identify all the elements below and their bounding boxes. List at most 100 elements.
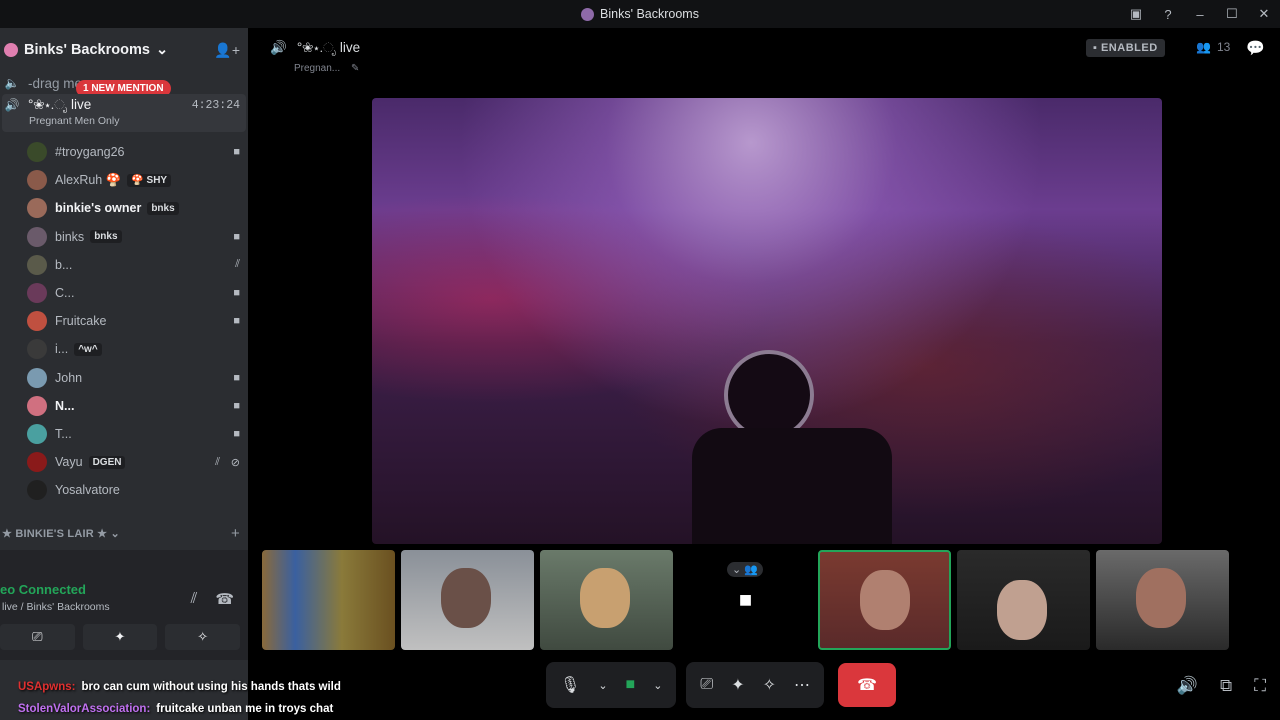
participant-count-value: 13 — [1216, 40, 1231, 54]
channel-live[interactable]: 🔊 °❀⋆.ೃ live 4:23:24 Pregnant Men Only — [2, 94, 246, 132]
disconnect-button[interactable]: ☎ — [838, 663, 897, 707]
server-name: Binks' Backrooms — [24, 42, 150, 58]
camera-icon: ■ — [233, 315, 240, 328]
chevron-down-icon: ⌄ — [110, 527, 120, 540]
voice-user[interactable]: C... ■ — [0, 279, 248, 307]
soundboard-icon[interactable]: ✧ — [763, 675, 776, 695]
video-tile[interactable] — [262, 550, 395, 650]
chat-bubble-icon[interactable]: 💬 — [1246, 39, 1265, 57]
title-bar: Binks' Backrooms ▣ ? – ☐ ✕ — [0, 0, 1280, 28]
inbox-icon[interactable]: ▣ — [1120, 6, 1152, 22]
add-channel-icon[interactable]: + — [231, 525, 240, 542]
maximize-button[interactable]: ☐ — [1216, 6, 1248, 22]
chat-message: fruitcake unban me in troys chat — [156, 703, 334, 715]
camera-icon[interactable]: ■ — [626, 676, 636, 694]
voice-panel-buttons: ⎚ ✦ ✧ — [0, 624, 248, 650]
avatar — [27, 142, 47, 163]
voice-connected-channel[interactable]: live / Binks' Backrooms — [2, 601, 110, 613]
stage-header: 🔊 °❀⋆.ೃ live Pregnan... ✎ ▪ ENABLED 👥 13… — [256, 28, 1280, 80]
avatar — [27, 367, 47, 388]
voice-user[interactable]: #troygang26 ■ — [0, 138, 248, 166]
chevron-down-icon[interactable]: ⌄ — [598, 679, 607, 692]
voice-user-name: Yosalvatore — [55, 483, 120, 498]
voice-user[interactable]: Vayu DGEN ⊘ ⫽ — [0, 448, 248, 476]
avatar — [27, 311, 47, 332]
voice-user-list: #troygang26 ■ AlexRuh 🍄 🍄 SHY binkie's owner… — [0, 138, 248, 504]
video-tile-selected[interactable] — [818, 550, 951, 650]
avatar — [27, 198, 47, 219]
video-person-head — [724, 350, 814, 440]
close-button[interactable]: ✕ — [1248, 6, 1280, 22]
speaker-icon: 🔊 — [270, 40, 287, 55]
chevron-down-icon: ⌄ — [155, 42, 169, 58]
video-tile[interactable] — [540, 550, 673, 650]
speaker-icon: 🔊 — [4, 98, 20, 112]
voice-user[interactable]: John ■ — [0, 364, 248, 392]
muted-mic-icon: ⫽ — [215, 455, 220, 468]
pencil-icon[interactable]: ✎ — [351, 63, 359, 74]
screen-share-icon[interactable]: ⎚ — [700, 676, 713, 694]
channel-status: Pregnant Men Only — [29, 115, 120, 127]
popout-icon[interactable]: ⧉ — [1220, 676, 1232, 696]
people-icon[interactable]: ⌄ 👥 — [727, 562, 763, 577]
noise-suppression-icon[interactable]: ⫽ — [191, 590, 198, 608]
voice-user[interactable]: binkie's owner bnks — [0, 194, 248, 222]
voice-user-name: i... — [55, 342, 69, 357]
minimize-button[interactable]: – — [1184, 7, 1216, 22]
video-tile[interactable] — [957, 550, 1090, 650]
category-binkies-lair[interactable]: ★ BINKIE'S LAIR ★ ⌄ + — [0, 522, 248, 544]
main-video-feed[interactable] — [372, 98, 1162, 544]
screen-share-button[interactable]: ⎚ — [0, 624, 75, 650]
chat-line: StolenValorAssociation: fruitcake unban m… — [0, 698, 341, 720]
soundboard-button[interactable]: ✧ — [165, 624, 241, 650]
voice-user[interactable]: AlexRuh 🍄 🍄 SHY — [0, 166, 248, 194]
voice-user[interactable]: i... ^w^ — [0, 335, 248, 363]
video-tile[interactable] — [401, 550, 534, 650]
disconnect-icon[interactable]: ☎ — [215, 590, 234, 608]
deafened-icon: ⊘ — [230, 456, 240, 469]
voice-user[interactable]: N... ■ — [0, 392, 248, 420]
camera-icon: ■ — [233, 230, 240, 243]
activities-icon[interactable]: ✦ — [731, 675, 744, 695]
more-options-icon[interactable]: ⋯ — [794, 675, 810, 695]
video-tile[interactable] — [1096, 550, 1229, 650]
fullscreen-icon[interactable]: ⛶ — [1254, 676, 1266, 696]
server-icon — [581, 7, 595, 21]
video-tile-camera-off[interactable]: ⌄ 👥 ■ — [679, 550, 812, 650]
voice-user[interactable]: Fruitcake ■ — [0, 307, 248, 335]
camera-icon: ■ — [233, 146, 240, 159]
activities-button[interactable]: ✦ — [82, 624, 158, 650]
enabled-badge[interactable]: ▪ ENABLED — [1086, 39, 1165, 57]
voice-user-name: Vayu — [55, 455, 83, 470]
user-tag: DGEN — [88, 455, 126, 469]
voice-connected-status: eo Connected — [0, 582, 86, 597]
microphone-icon[interactable]: 🎙 — [560, 675, 580, 695]
volume-icon[interactable]: 🔊 — [1177, 676, 1198, 696]
voice-user[interactable]: b... ⫽ — [0, 251, 248, 279]
participant-count[interactable]: 👥 13 — [1196, 40, 1230, 54]
voice-user-name: binkie's owner — [55, 201, 142, 216]
invite-user-icon[interactable]: 👤+ — [214, 42, 240, 59]
camera-icon: ■ — [233, 399, 240, 412]
avatar — [27, 339, 47, 360]
stage-topic[interactable]: Pregnan... ✎ — [294, 63, 359, 74]
stage-channel: 🔊 °❀⋆.ೃ live — [270, 40, 360, 56]
muted-mic-icon: ⫽ — [235, 258, 240, 271]
voice-user[interactable]: Yosalvatore — [0, 476, 248, 504]
enabled-label: ENABLED — [1100, 42, 1158, 54]
voice-user[interactable]: T... ■ — [0, 420, 248, 448]
voice-user-name: binks — [55, 229, 85, 244]
help-icon[interactable]: ? — [1152, 7, 1184, 22]
server-header[interactable]: Binks' Backrooms ⌄ 👤+ — [0, 28, 248, 72]
avatar — [27, 423, 47, 444]
user-tag: bnks — [90, 230, 122, 244]
voice-user[interactable]: binks bnks ■ — [0, 223, 248, 251]
participant-thumbnails: ⌄ 👥 ■ — [262, 550, 1274, 650]
voice-user-name: AlexRuh 🍄 — [55, 172, 122, 187]
avatar — [27, 170, 47, 191]
video-person-body — [692, 428, 892, 544]
user-tag: bnks — [147, 201, 179, 215]
voice-panel-icons: ⫽ ☎ — [191, 590, 234, 608]
chevron-down-icon[interactable]: ⌄ — [653, 679, 662, 692]
chat-username: USApwns: — [18, 681, 76, 693]
